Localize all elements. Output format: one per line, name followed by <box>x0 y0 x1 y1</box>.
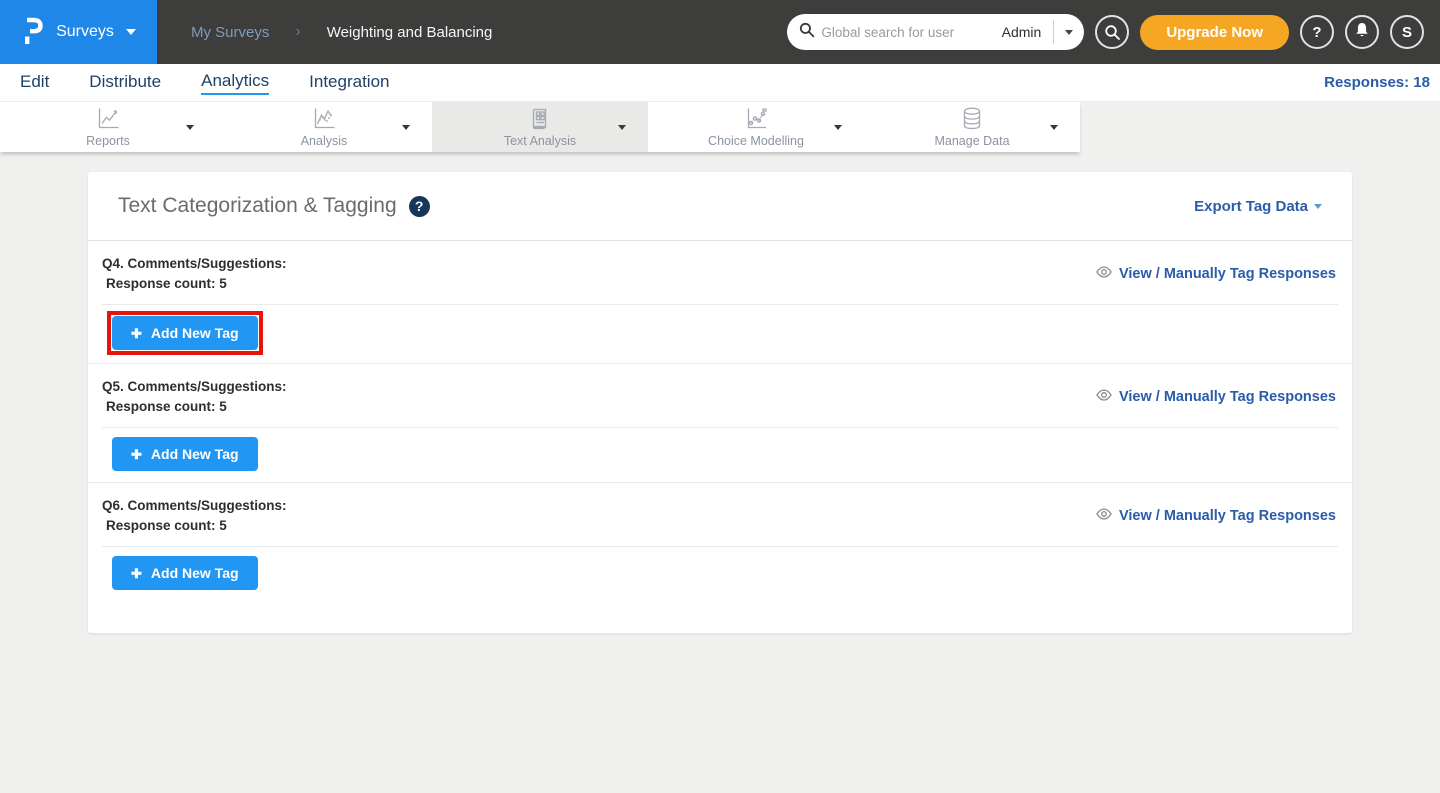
view-manually-tag-link[interactable]: View / Manually Tag Responses <box>1096 508 1336 524</box>
questionpro-logo-icon <box>21 15 46 50</box>
button-row: ✚ Add New Tag <box>102 304 1338 363</box>
toolbar-item-label: Choice Modelling <box>708 134 804 148</box>
search-button[interactable] <box>1095 15 1129 49</box>
breadcrumb-separator: › <box>295 23 300 41</box>
toolbar-item-label: Manage Data <box>934 134 1009 148</box>
question-section-q4: Q4. Comments/Suggestions: Response count… <box>88 241 1352 363</box>
plus-icon: ✚ <box>131 567 142 580</box>
manage-data-database-icon <box>960 106 984 131</box>
breadcrumb: My Surveys › Weighting and Balancing <box>191 23 492 41</box>
text-categorization-card: Text Categorization & Tagging ? Export T… <box>88 172 1352 633</box>
bell-icon <box>1354 22 1370 43</box>
top-navbar: Surveys My Surveys › Weighting and Balan… <box>0 0 1440 64</box>
eye-icon <box>1096 389 1112 405</box>
response-count: Response count: 5 <box>102 397 287 417</box>
toolbar-item-analysis[interactable]: Analysis <box>216 102 432 152</box>
search-scope-dropdown[interactable] <box>1054 14 1084 50</box>
question-info-row: Q4. Comments/Suggestions: Response count… <box>102 241 1338 304</box>
analytics-toolbar: Reports Analysis Text Analysis <box>0 102 1080 152</box>
chevron-down-icon[interactable] <box>186 125 194 130</box>
question-label: Q6. Comments/Suggestions: <box>102 495 287 516</box>
question-label: Q4. Comments/Suggestions: <box>102 253 287 274</box>
question-section-q6: Q6. Comments/Suggestions: Response count… <box>88 482 1352 601</box>
view-manually-tag-link[interactable]: View / Manually Tag Responses <box>1096 266 1336 282</box>
view-link-label: View / Manually Tag Responses <box>1119 389 1336 405</box>
add-new-tag-label: Add New Tag <box>151 325 239 341</box>
toolbar-item-text-analysis[interactable]: Text Analysis <box>432 102 648 152</box>
question-text-block: Q5. Comments/Suggestions: Response count… <box>102 376 287 417</box>
export-tag-data-label: Export Tag Data <box>1194 198 1308 215</box>
chevron-down-icon <box>1065 30 1073 35</box>
global-search: Admin <box>787 14 1084 50</box>
add-new-tag-button[interactable]: ✚ Add New Tag <box>112 316 258 350</box>
product-label: Surveys <box>56 23 114 41</box>
page-title: Text Categorization & Tagging <box>118 194 397 218</box>
question-text-block: Q6. Comments/Suggestions: Response count… <box>102 495 287 536</box>
view-manually-tag-link[interactable]: View / Manually Tag Responses <box>1096 389 1336 405</box>
red-highlight-ring: ✚ Add New Tag <box>107 311 263 355</box>
eye-icon <box>1096 266 1112 282</box>
page-body: Text Categorization & Tagging ? Export T… <box>0 152 1440 633</box>
view-link-label: View / Manually Tag Responses <box>1119 266 1336 282</box>
card-header: Text Categorization & Tagging ? Export T… <box>88 172 1352 241</box>
navbar-actions: Admin Upgrade Now ? S <box>787 14 1424 50</box>
global-search-input[interactable] <box>815 25 997 40</box>
upgrade-now-button[interactable]: Upgrade Now <box>1140 15 1289 50</box>
add-new-tag-label: Add New Tag <box>151 446 239 462</box>
reports-line-chart-icon <box>95 106 121 131</box>
choice-modelling-icon <box>743 106 769 131</box>
toolbar-item-choice-modelling[interactable]: Choice Modelling <box>648 102 864 152</box>
question-info-row: Q5. Comments/Suggestions: Response count… <box>102 364 1338 427</box>
help-icon[interactable]: ? <box>409 196 430 217</box>
tab-distribute[interactable]: Distribute <box>89 72 161 94</box>
toolbar-item-reports[interactable]: Reports <box>0 102 216 152</box>
notifications-button[interactable] <box>1345 15 1379 49</box>
add-new-tag-label: Add New Tag <box>151 565 239 581</box>
chevron-down-icon[interactable] <box>834 125 842 130</box>
chevron-down-icon[interactable] <box>402 125 410 130</box>
question-info-row: Q6. Comments/Suggestions: Response count… <box>102 483 1338 546</box>
button-row: ✚ Add New Tag <box>102 427 1338 482</box>
breadcrumb-my-surveys[interactable]: My Surveys <box>191 24 269 41</box>
plus-icon: ✚ <box>131 448 142 461</box>
analysis-chart-icon <box>311 106 337 131</box>
response-count: Response count: 5 <box>102 516 287 536</box>
response-count: Response count: 5 <box>102 274 287 294</box>
tab-analytics[interactable]: Analytics <box>201 71 269 95</box>
chevron-down-icon <box>1314 204 1322 209</box>
toolbar-item-label: Analysis <box>301 134 348 148</box>
search-scope-label: Admin <box>998 24 1054 40</box>
help-button[interactable]: ? <box>1300 15 1334 49</box>
export-tag-data-dropdown[interactable]: Export Tag Data <box>1194 198 1322 215</box>
view-link-label: View / Manually Tag Responses <box>1119 508 1336 524</box>
tab-integration[interactable]: Integration <box>309 72 389 94</box>
chevron-down-icon <box>126 29 136 35</box>
chevron-down-icon[interactable] <box>618 125 626 130</box>
chevron-down-icon[interactable] <box>1050 125 1058 130</box>
user-avatar[interactable]: S <box>1390 15 1424 49</box>
search-icon <box>799 22 815 43</box>
add-new-tag-button[interactable]: ✚ Add New Tag <box>112 437 258 471</box>
question-label: Q5. Comments/Suggestions: <box>102 376 287 397</box>
eye-icon <box>1096 508 1112 524</box>
survey-tabs: Edit Distribute Analytics Integration Re… <box>0 64 1440 102</box>
text-analysis-icon <box>528 106 552 131</box>
responses-count: Responses: 18 <box>1324 74 1430 91</box>
product-switcher[interactable]: Surveys <box>0 0 157 64</box>
button-row: ✚ Add New Tag <box>102 546 1338 601</box>
toolbar-item-label: Reports <box>86 134 130 148</box>
question-text-block: Q4. Comments/Suggestions: Response count… <box>102 253 287 294</box>
toolbar-item-label: Text Analysis <box>504 134 576 148</box>
add-new-tag-button[interactable]: ✚ Add New Tag <box>112 556 258 590</box>
toolbar-item-manage-data[interactable]: Manage Data <box>864 102 1080 152</box>
tab-edit[interactable]: Edit <box>20 72 49 94</box>
breadcrumb-current-survey: Weighting and Balancing <box>327 24 493 41</box>
question-section-q5: Q5. Comments/Suggestions: Response count… <box>88 363 1352 482</box>
plus-icon: ✚ <box>131 327 142 340</box>
